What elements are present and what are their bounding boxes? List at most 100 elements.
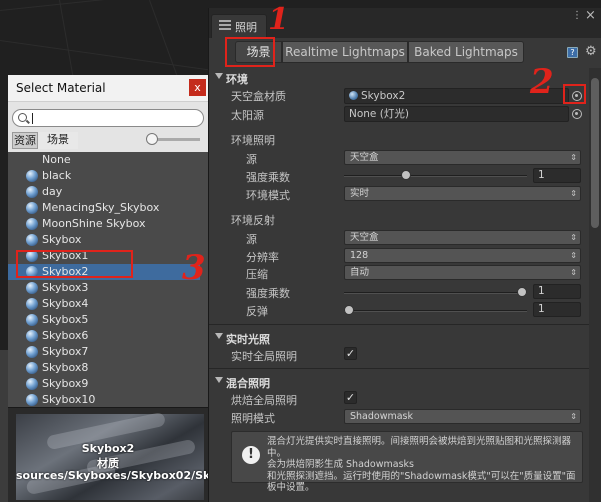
ambient-mode-dropdown[interactable]: 实时 ⇕ bbox=[344, 186, 581, 201]
material-sphere-icon bbox=[26, 298, 38, 310]
material-icon bbox=[349, 91, 358, 100]
env-source-label: 源 bbox=[246, 153, 257, 166]
mixed-lighting-header: 混合照明 bbox=[226, 377, 270, 390]
select-material-titlebar[interactable]: Select Material x bbox=[8, 75, 208, 102]
list-item[interactable]: None bbox=[8, 152, 200, 168]
annotation-number-2: 2 bbox=[530, 62, 554, 102]
refl-intensity-field[interactable]: 1 bbox=[533, 284, 581, 299]
lighting-tab-label: 照明 bbox=[235, 21, 257, 34]
refl-intensity-slider[interactable] bbox=[344, 292, 527, 294]
resolution-dropdown[interactable]: 128 ⇕ bbox=[344, 248, 581, 263]
list-item-label: MenacingSky_Skybox bbox=[42, 201, 160, 214]
refl-source-dropdown[interactable]: 天空盒 ⇕ bbox=[344, 230, 581, 245]
sun-source-field[interactable]: None (灯光) bbox=[344, 106, 569, 122]
preview-size-slider-knob[interactable] bbox=[146, 133, 158, 145]
env-source-dropdown[interactable]: 天空盒 ⇕ bbox=[344, 150, 581, 165]
material-sphere-icon bbox=[26, 314, 38, 326]
material-list: None black day MenacingSky_Skybox MoonShine … bbox=[8, 152, 208, 407]
resolution-label: 分辨率 bbox=[246, 251, 279, 264]
foldout-arrow-icon bbox=[215, 333, 223, 339]
env-intensity-field[interactable]: 1 bbox=[533, 168, 581, 183]
sun-source-picker-icon[interactable] bbox=[572, 109, 582, 119]
env-intensity-slider-knob[interactable] bbox=[401, 170, 412, 180]
tab-baked-lightmaps[interactable]: Baked Lightmaps bbox=[408, 41, 524, 63]
material-sphere-icon bbox=[26, 362, 38, 374]
list-item-label: None bbox=[42, 153, 71, 166]
preview-material-name: Skybox2 bbox=[81, 442, 135, 455]
list-item-label: Skybox3 bbox=[42, 281, 89, 294]
window-close-icon[interactable]: × bbox=[585, 8, 596, 23]
list-item-label: black bbox=[42, 169, 72, 182]
list-item-label: MoonShine Skybox bbox=[42, 217, 146, 230]
ambient-mode-label: 环境模式 bbox=[246, 189, 290, 202]
list-item[interactable]: MoonShine Skybox bbox=[8, 216, 200, 232]
list-item[interactable]: Skybox10 bbox=[8, 392, 200, 407]
refl-intensity-slider-knob[interactable] bbox=[517, 287, 527, 297]
annotation-box-1 bbox=[225, 37, 275, 67]
environment-lighting-label: 环境照明 bbox=[231, 134, 275, 147]
info-text: 混合灯光提供实时直接照明。间接照明会被烘焙到光照贴图和光照探测器中。 会为烘焙阴… bbox=[267, 436, 581, 494]
scrollbar-thumb[interactable] bbox=[591, 78, 599, 228]
search-input[interactable] bbox=[12, 109, 204, 127]
dropdown-arrow-icon: ⇕ bbox=[570, 412, 577, 421]
realtime-lighting-foldout[interactable]: 实时光照 bbox=[209, 330, 589, 347]
realtime-gi-checkbox[interactable]: ✓ bbox=[344, 347, 357, 360]
material-sphere-icon bbox=[26, 346, 38, 358]
info-line-1: 混合灯光提供实时直接照明。间接照明会被烘焙到光照贴图和光照探测器中。 bbox=[267, 436, 572, 459]
list-item-label: day bbox=[42, 185, 63, 198]
list-item-label: Skybox7 bbox=[42, 345, 89, 358]
grid-line bbox=[0, 40, 218, 72]
mixed-lighting-foldout[interactable]: 混合照明 bbox=[209, 374, 589, 391]
lighting-window-tab[interactable]: 照明 bbox=[211, 14, 267, 38]
material-sphere-icon bbox=[26, 170, 38, 182]
tab-realtime-lightmaps[interactable]: Realtime Lightmaps bbox=[282, 41, 408, 63]
list-item[interactable]: Skybox7 bbox=[8, 344, 200, 360]
list-item[interactable]: Skybox bbox=[8, 232, 200, 248]
list-item[interactable]: MenacingSky_Skybox bbox=[8, 200, 200, 216]
list-item[interactable]: day bbox=[8, 184, 200, 200]
material-sphere-icon bbox=[26, 234, 38, 246]
dropdown-arrow-icon: ⇕ bbox=[570, 153, 577, 162]
lighting-tab-icon bbox=[219, 20, 231, 31]
list-item[interactable]: Skybox6 bbox=[8, 328, 200, 344]
bounces-slider-knob[interactable] bbox=[344, 305, 354, 315]
list-item[interactable]: Skybox9 bbox=[8, 376, 200, 392]
window-menu-icon[interactable]: ⋮ bbox=[572, 10, 583, 21]
select-material-window: Select Material x 资源 场景 None black day Mena… bbox=[8, 75, 208, 502]
env-intensity-label: 强度乘数 bbox=[246, 171, 290, 184]
tab-scene-objects[interactable]: 场景 bbox=[38, 132, 78, 149]
tab-assets[interactable]: 资源 bbox=[12, 132, 38, 149]
lighting-mode-dropdown[interactable]: Shadowmask ⇕ bbox=[344, 409, 581, 424]
env-intensity-slider[interactable] bbox=[344, 175, 527, 177]
list-item[interactable]: Skybox3 bbox=[8, 280, 200, 296]
refl-source-value: 天空盒 bbox=[350, 232, 379, 243]
list-item[interactable]: Skybox8 bbox=[8, 360, 200, 376]
material-sphere-icon bbox=[26, 394, 38, 406]
material-sphere-icon bbox=[26, 202, 38, 214]
list-item[interactable]: black bbox=[8, 168, 200, 184]
list-item[interactable]: Skybox5 bbox=[8, 312, 200, 328]
env-source-value: 天空盒 bbox=[350, 152, 379, 163]
help-icon[interactable]: ? bbox=[567, 47, 578, 58]
select-material-title: Select Material bbox=[16, 81, 106, 95]
realtime-lighting-header: 实时光照 bbox=[226, 333, 270, 346]
bounces-slider[interactable] bbox=[344, 310, 527, 312]
gear-icon[interactable]: ⚙ bbox=[585, 44, 597, 59]
close-button[interactable]: x bbox=[189, 79, 206, 96]
list-item[interactable]: Skybox4 bbox=[8, 296, 200, 312]
dropdown-arrow-icon: ⇕ bbox=[570, 189, 577, 198]
annotation-box-2 bbox=[563, 84, 586, 104]
list-item-label: Skybox6 bbox=[42, 329, 89, 342]
preview-size-slider[interactable] bbox=[156, 138, 200, 141]
search-icon bbox=[18, 113, 27, 122]
lighting-mode-label: 照明模式 bbox=[231, 412, 275, 425]
compression-value: 自动 bbox=[350, 267, 370, 278]
compression-label: 压缩 bbox=[246, 268, 268, 281]
environment-reflections-label: 环境反射 bbox=[231, 214, 275, 227]
baked-gi-checkbox[interactable]: ✓ bbox=[344, 391, 357, 404]
compression-dropdown[interactable]: 自动 ⇕ bbox=[344, 265, 581, 280]
material-sphere-icon bbox=[26, 282, 38, 294]
dropdown-arrow-icon: ⇕ bbox=[570, 251, 577, 260]
list-item-label: Skybox5 bbox=[42, 313, 89, 326]
bounces-field[interactable]: 1 bbox=[533, 302, 581, 317]
